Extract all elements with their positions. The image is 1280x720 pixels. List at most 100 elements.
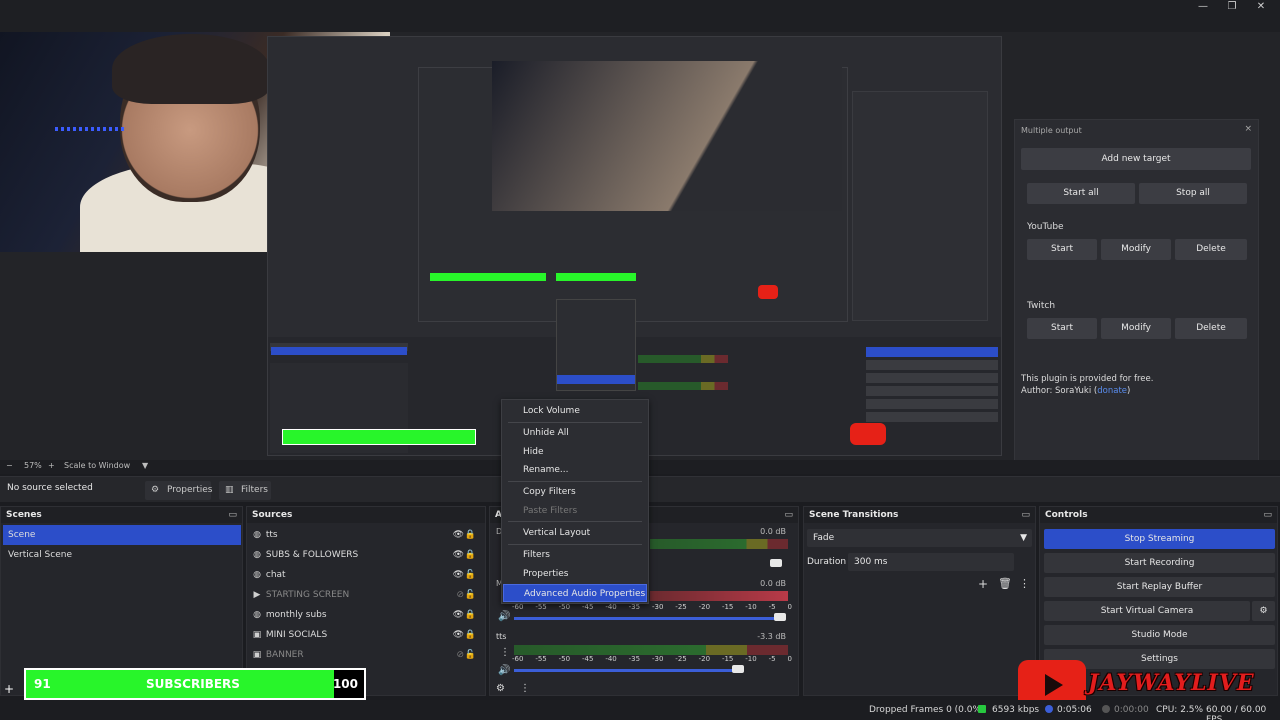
stop-all-button[interactable]: Stop all (1139, 183, 1247, 204)
preview-canvas[interactable]: Multiple output × Add new target Start a… (0, 32, 1280, 462)
more-options-icon[interactable]: ⋮ (1019, 577, 1030, 590)
source-item[interactable]: ▣ MINI SOCIALS 👁 🔒 (251, 625, 476, 645)
eye-hidden-icon[interactable]: ⊘ (456, 585, 464, 605)
eye-icon[interactable]: 👁 (453, 545, 464, 565)
menu-item-hide[interactable]: Hide (503, 443, 647, 461)
context-menu: Lock Volume Unhide All Hide Rename... Co… (501, 399, 649, 604)
menu-item-vertical-layout[interactable]: Vertical Layout (503, 524, 647, 542)
target-start-button[interactable]: Start (1027, 239, 1097, 260)
filter-icon: ▥ (225, 485, 234, 495)
studio-mode-button[interactable]: Studio Mode (1044, 625, 1275, 645)
eye-icon[interactable]: 👁 (453, 625, 464, 645)
source-item[interactable]: ◍ chat 👁 🔓 (251, 565, 476, 585)
target-start-button[interactable]: Start (1027, 318, 1097, 339)
add-icon[interactable]: + (978, 577, 988, 591)
speaker-icon[interactable]: 🔊 (498, 665, 510, 676)
donate-link[interactable]: donate (1097, 386, 1127, 396)
stream-icon (1045, 705, 1053, 713)
properties-button[interactable]: ⚙ Properties (145, 481, 213, 500)
start-replay-buffer-button[interactable]: Start Replay Buffer (1044, 577, 1275, 597)
target-modify-button[interactable]: Modify (1101, 239, 1171, 260)
add-icon[interactable]: + (4, 682, 14, 696)
menu-item-paste-filters: Paste Filters (523, 506, 578, 516)
volume-slider[interactable] (514, 617, 776, 620)
dock-menu-icon: ▭ (1263, 510, 1272, 520)
menu-item-filters[interactable]: Filters (503, 546, 647, 564)
target-delete-button[interactable]: Delete (1175, 239, 1247, 260)
eye-icon[interactable]: 👁 (453, 525, 464, 545)
add-new-target-button[interactable]: Add new target (1021, 148, 1251, 170)
target-delete-button[interactable]: Delete (1175, 318, 1247, 339)
stream-time: 0:05:06 (1057, 705, 1092, 715)
volume-slider-knob[interactable] (770, 559, 782, 567)
eye-icon[interactable]: 👁 (453, 605, 464, 625)
lock-icon[interactable]: 🔒 (465, 625, 476, 645)
source-item[interactable]: ▶ STARTING SCREEN ⊘ 🔓 (251, 585, 476, 605)
play-icon: ▶ (253, 590, 261, 600)
filters-label: Filters (241, 485, 268, 495)
target-modify-button[interactable]: Modify (1101, 318, 1171, 339)
close-button[interactable]: ✕ (1244, 0, 1278, 16)
more-options-icon[interactable]: ⋮ (500, 647, 510, 658)
menu-item-rename[interactable]: Rename... (503, 461, 647, 479)
menu-item-copy-filters[interactable]: Copy Filters (503, 483, 647, 501)
connection-status-icon (978, 705, 986, 713)
source-item[interactable]: ◍ SUBS & FOLLOWERS 👁 🔒 (251, 545, 476, 565)
unlock-icon[interactable]: 🔓 (465, 645, 476, 665)
target-name: Twitch (1027, 301, 1056, 311)
filters-button[interactable]: ▥ Filters (219, 481, 271, 500)
scale-mode-select[interactable]: Scale to Window (64, 461, 130, 470)
track-db: -3.3 dB (757, 632, 786, 641)
scene-item[interactable]: Scene (3, 525, 241, 545)
volume-slider[interactable] (514, 669, 734, 672)
properties-label: Properties (167, 485, 213, 495)
menu-item-lock-volume[interactable]: Lock Volume (503, 402, 647, 420)
source-item[interactable]: ◍ tts 👁 🔒 (251, 525, 476, 545)
unlock-icon[interactable]: 🔓 (465, 565, 476, 585)
start-virtual-camera-button[interactable]: Start Virtual Camera (1044, 601, 1250, 621)
status-bar: Dropped Frames 0 (0.0%) 6593 kbps 0:05:0… (0, 700, 1280, 720)
chevron-down-icon[interactable]: ▼ (142, 461, 148, 470)
duration-label: Duration (807, 557, 847, 567)
lock-icon[interactable]: 🔒 (465, 605, 476, 625)
menu-item-properties[interactable]: Properties (503, 565, 647, 583)
zoom-in-button[interactable]: + (48, 461, 55, 470)
no-source-label: No source selected (7, 483, 93, 493)
volume-meter (650, 539, 788, 549)
duration-input[interactable]: 300 ms (848, 553, 1014, 571)
source-item[interactable]: ▣ BANNER ⊘ 🔓 (251, 645, 476, 665)
source-item[interactable]: ◍ monthly subs 👁 🔒 (251, 605, 476, 625)
eye-icon[interactable]: 👁 (453, 565, 464, 585)
start-recording-button[interactable]: Start Recording (1044, 553, 1275, 573)
menu-item-advanced-audio-properties[interactable]: Advanced Audio Properties (503, 584, 647, 602)
scene-transitions-dock: Scene Transitions ▭ Fade ▼ Duration 300 ms… (803, 506, 1036, 696)
transition-select[interactable]: Fade ▼ (807, 529, 1032, 547)
unlock-icon[interactable]: 🔓 (465, 585, 476, 605)
nested-preview (267, 36, 1002, 456)
track-db: 0.0 dB (760, 579, 786, 588)
volume-slider-knob[interactable] (774, 613, 786, 621)
plugin-info-line1: This plugin is provided for free. (1021, 374, 1154, 384)
dropped-frames: Dropped Frames 0 (0.0%) (869, 705, 985, 715)
track-name: tts (496, 632, 507, 641)
gear-icon[interactable]: ⚙ (1252, 601, 1275, 621)
channel-logo-text: JAYWAYLIVE (1088, 670, 1255, 696)
trash-icon[interactable]: 🗑 (998, 577, 1012, 590)
scene-item[interactable]: Vertical Scene (3, 545, 241, 565)
volume-slider-knob[interactable] (732, 665, 744, 673)
controls-title: Controls ▭ (1040, 507, 1277, 523)
stop-streaming-button[interactable]: Stop Streaming (1044, 529, 1275, 549)
eye-hidden-icon[interactable]: ⊘ (456, 645, 464, 665)
lock-icon[interactable]: 🔒 (465, 545, 476, 565)
start-all-button[interactable]: Start all (1027, 183, 1135, 204)
subscriber-label: SUBSCRIBERS (146, 677, 240, 691)
record-time: 0:00:00 (1114, 705, 1149, 715)
zoom-out-button[interactable]: − (6, 461, 13, 470)
menu-item-unhide-all[interactable]: Unhide All (503, 424, 647, 442)
speaker-icon[interactable]: 🔊 (498, 611, 510, 622)
gear-icon[interactable]: ⚙ (496, 683, 505, 694)
more-options-icon[interactable]: ⋮ (520, 683, 530, 694)
image-icon: ▣ (252, 650, 262, 660)
close-icon[interactable]: × (1244, 124, 1252, 134)
lock-icon[interactable]: 🔒 (465, 525, 476, 545)
